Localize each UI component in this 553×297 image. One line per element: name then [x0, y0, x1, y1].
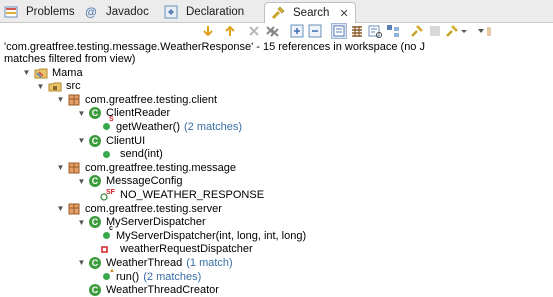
expand-arrow-icon[interactable]: ▼ — [56, 204, 65, 213]
constructor-icon: c — [103, 225, 113, 240]
expand-arrow-icon[interactable]: ▼ — [22, 68, 31, 77]
expand-arrow-icon[interactable]: ▼ — [77, 258, 86, 267]
summary-line-1: 'com.greatfree.testing.message.WeatherRe… — [4, 41, 425, 53]
tab-label: Search — [293, 7, 330, 19]
private-field-icon — [100, 242, 110, 256]
class-icon: C — [89, 107, 101, 120]
expand-arrow-icon[interactable]: ▼ — [77, 177, 86, 186]
tab-label: Javadoc — [106, 6, 149, 18]
tree-item-field-no-weather-response[interactable]: SF NO_WEATHER_RESPONSE — [100, 188, 264, 201]
expand-arrow-icon[interactable]: ▼ — [56, 95, 65, 104]
expand-all-icon[interactable] — [290, 24, 304, 38]
match-count: (2 matches) — [143, 270, 202, 283]
protected-method-icon: ▲ — [103, 268, 115, 280]
tree-item-method-send[interactable]: send(int) — [100, 148, 163, 161]
expand-arrow-icon[interactable]: ▼ — [56, 163, 65, 172]
tree-item-method-getweather[interactable]: S getWeather() (2 matches) — [100, 116, 243, 133]
tree-label: getWeather() — [116, 120, 180, 133]
tree-label: ClientReader — [106, 107, 171, 120]
tree-label: send(int) — [120, 148, 163, 161]
tree-item-project[interactable]: ▼ Mama — [22, 66, 83, 79]
at-icon: @ — [85, 5, 97, 19]
expand-arrow-icon[interactable]: ▼ — [77, 109, 86, 118]
declaration-icon — [164, 5, 178, 19]
tab-declaration[interactable]: Declaration — [164, 2, 244, 22]
tab-search[interactable]: Search ✕ — [264, 2, 356, 23]
view-menu-icon[interactable] — [473, 24, 493, 38]
tree-item-method-run[interactable]: ▲ run() (2 matches) — [100, 268, 202, 283]
previous-match-icon[interactable] — [223, 24, 237, 38]
summary-line-2: matches filtered from view) — [4, 53, 136, 65]
package-icon — [68, 94, 80, 106]
tree-label: ClientUI — [106, 134, 146, 147]
tree-label: WeatherThreadCreator — [106, 284, 219, 297]
expand-arrow-icon[interactable]: ▼ — [77, 136, 86, 145]
tree-label: src — [66, 80, 81, 93]
close-icon[interactable]: ✕ — [339, 7, 348, 20]
tree-item-class-clientreader[interactable]: ▼ C ClientReader — [77, 107, 170, 120]
search-result-summary: 'com.greatfree.testing.message.WeatherRe… — [4, 41, 553, 65]
tree-item-class-myserverdispatcher[interactable]: ▼ C MyServerDispatcher — [77, 216, 206, 229]
tree-label: NO_WEATHER_RESPONSE — [120, 188, 265, 201]
tree-label: weatherRequestDispatcher — [120, 243, 253, 256]
tree-item-package-message[interactable]: ▼ com.greatfree.testing.message — [56, 161, 237, 174]
show-as-list-icon[interactable] — [350, 24, 364, 38]
show-as-tree-icon[interactable] — [331, 23, 347, 39]
tree-item-package-server[interactable]: ▼ com.greatfree.testing.server — [56, 202, 222, 215]
class-icon: C — [89, 284, 101, 297]
tree-label: MessageConfig — [106, 175, 183, 188]
tree-item-class-clientui[interactable]: ▼ C ClientUI — [77, 134, 145, 147]
source-folder-icon — [48, 79, 62, 93]
next-match-icon[interactable] — [201, 24, 215, 38]
history-dropdown-icon[interactable] — [446, 24, 470, 38]
tab-label: Problems — [26, 6, 75, 18]
tree-label: com.greatfree.testing.client — [85, 93, 218, 106]
class-icon: C — [89, 216, 101, 229]
tab-label: Declaration — [186, 6, 245, 18]
search-view-toolbar — [0, 23, 553, 40]
problems-icon — [4, 5, 18, 19]
tree-label: MyServerDispatcher — [106, 216, 206, 229]
expand-arrow-icon[interactable]: ▼ — [77, 218, 86, 227]
package-icon — [68, 162, 80, 174]
tree-item-package-client[interactable]: ▼ com.greatfree.testing.client — [56, 93, 218, 106]
collapse-all-icon[interactable] — [308, 24, 322, 38]
tree-label: com.greatfree.testing.message — [85, 161, 237, 174]
public-method-icon — [103, 150, 110, 158]
group-by-icon[interactable] — [386, 24, 400, 38]
tree-label: com.greatfree.testing.server — [85, 202, 222, 215]
tab-javadoc[interactable]: @ Javadoc — [84, 2, 149, 22]
project-folder-icon — [34, 66, 48, 80]
tree-item-class-weatherthread[interactable]: ▼ C WeatherThread (1 match) — [77, 256, 233, 269]
public-static-method-icon: S — [103, 116, 114, 131]
remove-selected-icon[interactable] — [247, 24, 261, 38]
match-count: (1 match) — [186, 256, 233, 269]
view-tab-bar: Problems @ Javadoc Declaration Search ✕ — [0, 0, 553, 23]
tree-item-src[interactable]: ▼ src — [36, 80, 81, 93]
tree-item-field-weatherrequestdispatcher[interactable]: weatherRequestDispatcher — [100, 243, 253, 256]
expand-arrow-icon[interactable]: ▼ — [36, 82, 45, 91]
tree-label: WeatherThread — [106, 256, 183, 269]
cancel-search-icon[interactable] — [428, 24, 442, 38]
remove-all-icon[interactable] — [265, 24, 279, 38]
match-count: (2 matches) — [184, 120, 243, 133]
class-icon: C — [89, 134, 101, 147]
tree-item-constructor[interactable]: c MyServerDispatcher(int, long, int, lon… — [100, 225, 307, 242]
tab-problems[interactable]: Problems — [4, 2, 75, 22]
search-flashlight-icon — [271, 6, 285, 20]
tree-label: MyServerDispatcher(int, long, int, long) — [116, 229, 307, 242]
pin-search-icon[interactable] — [410, 24, 424, 38]
tree-item-class-messageconfig[interactable]: ▼ C MessageConfig — [77, 175, 182, 188]
package-icon — [68, 203, 80, 215]
compare-icon[interactable] — [368, 24, 382, 38]
class-icon: C — [89, 175, 101, 188]
static-final-field-icon: SF — [100, 188, 116, 202]
tree-label: run() — [116, 270, 140, 283]
tree-label: Mama — [52, 66, 83, 79]
class-icon: C — [89, 256, 101, 269]
svg-text:SF: SF — [106, 189, 116, 196]
